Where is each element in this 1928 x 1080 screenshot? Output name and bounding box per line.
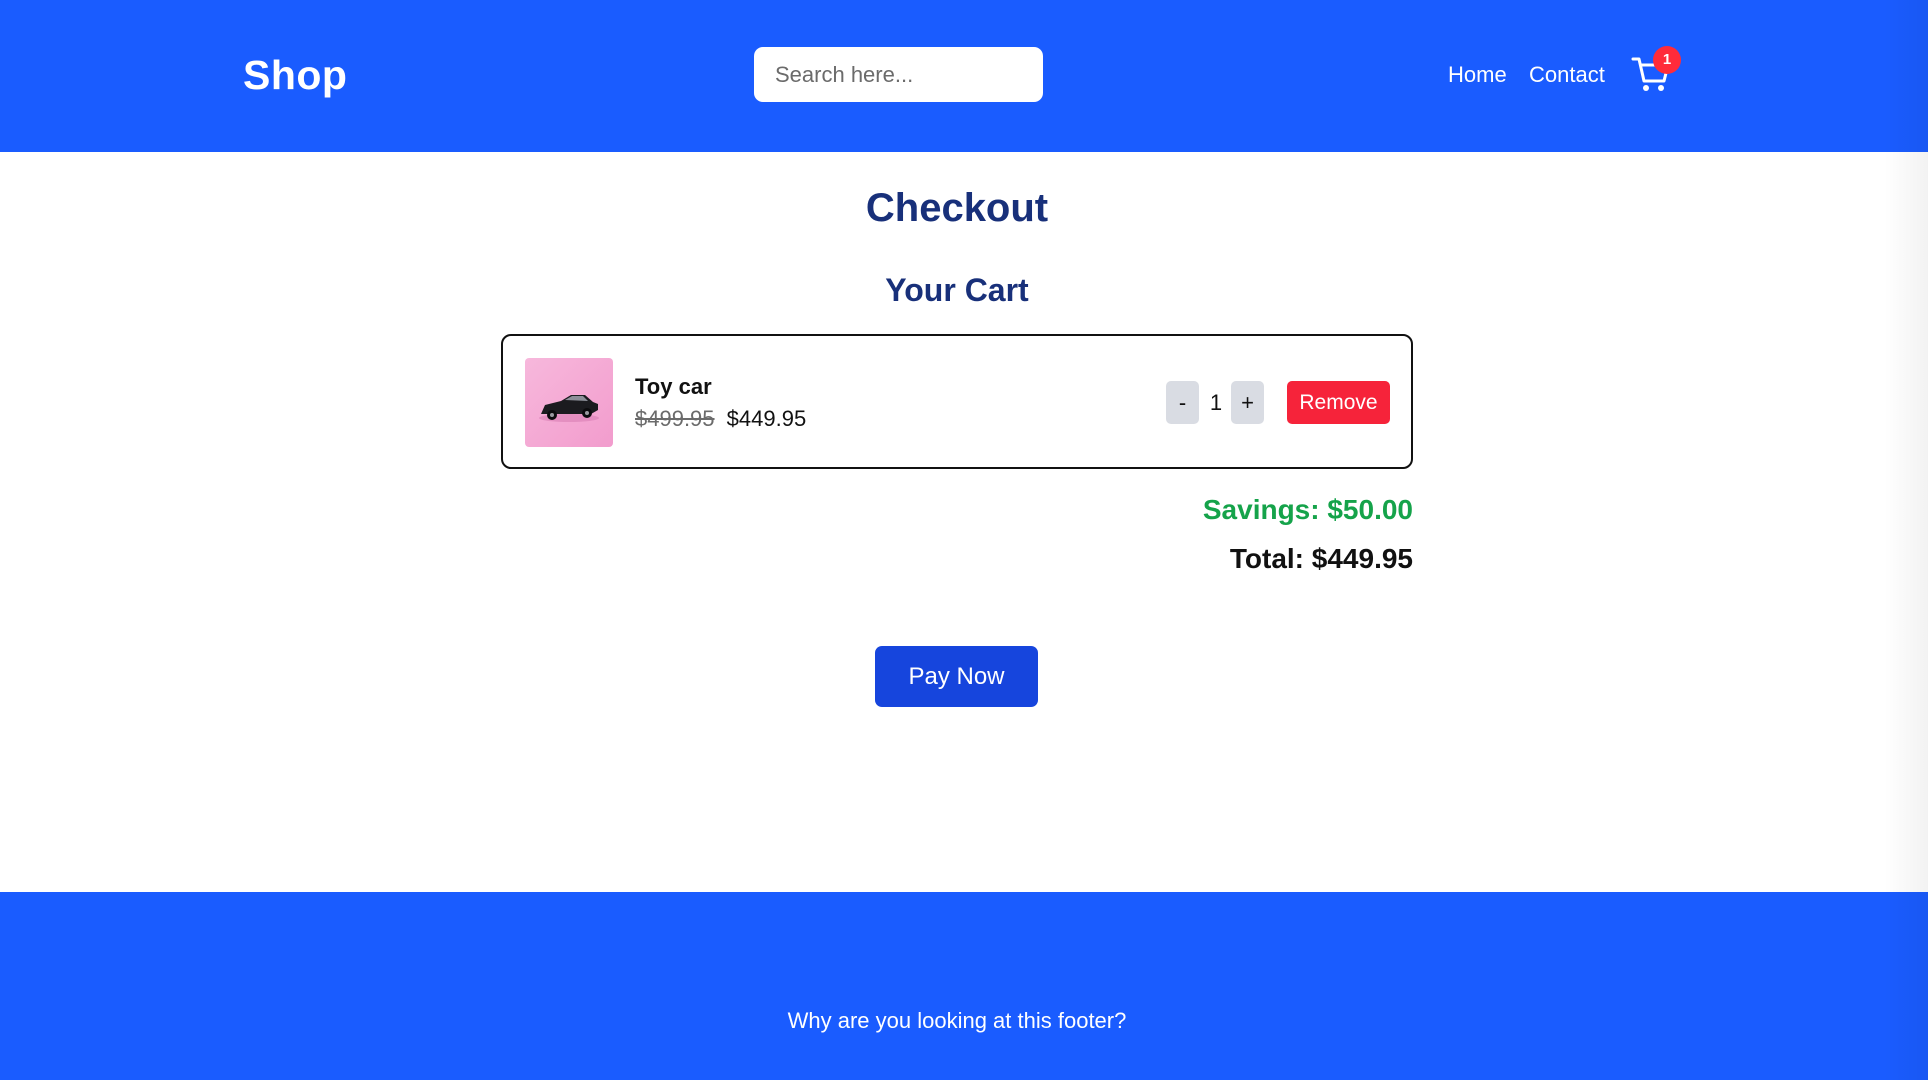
page-title: Checkout [865, 186, 1049, 230]
order-total: Total: $449.95 [1229, 543, 1413, 574]
item-sale-price: $449.95 [726, 406, 807, 431]
toy-car-thumbnail [525, 358, 613, 447]
cart-item-card: Toy car $499.95 $449.95 - 1 + Remove [501, 334, 1413, 469]
item-name: Toy car [635, 374, 712, 399]
item-quantity: 1 [1209, 390, 1223, 415]
item-price-row: $499.95 $449.95 [635, 406, 806, 432]
site-footer: Why are you looking at this footer? [0, 892, 1928, 1080]
nav-link-home[interactable]: Home [1448, 62, 1507, 88]
savings-amount: Savings: $50.00 [1202, 494, 1413, 525]
cart-count-badge: 1 [1653, 46, 1681, 74]
nav-link-contact[interactable]: Contact [1529, 62, 1605, 88]
cart-title: Your Cart [885, 272, 1029, 308]
checkout-page: Shop Home Contact 1 Checkout Your Cart [0, 0, 1928, 1080]
increase-quantity-button[interactable]: + [1231, 381, 1264, 424]
footer-text: Why are you looking at this footer? [787, 1008, 1127, 1033]
decrease-quantity-button[interactable]: - [1166, 381, 1199, 424]
pay-now-button[interactable]: Pay Now [875, 646, 1038, 707]
search-input[interactable] [754, 47, 1043, 102]
site-logo[interactable]: Shop [243, 52, 347, 99]
site-header: Shop Home Contact 1 [0, 0, 1928, 152]
remove-item-button[interactable]: Remove [1287, 381, 1390, 424]
item-original-price: $499.95 [635, 406, 715, 431]
